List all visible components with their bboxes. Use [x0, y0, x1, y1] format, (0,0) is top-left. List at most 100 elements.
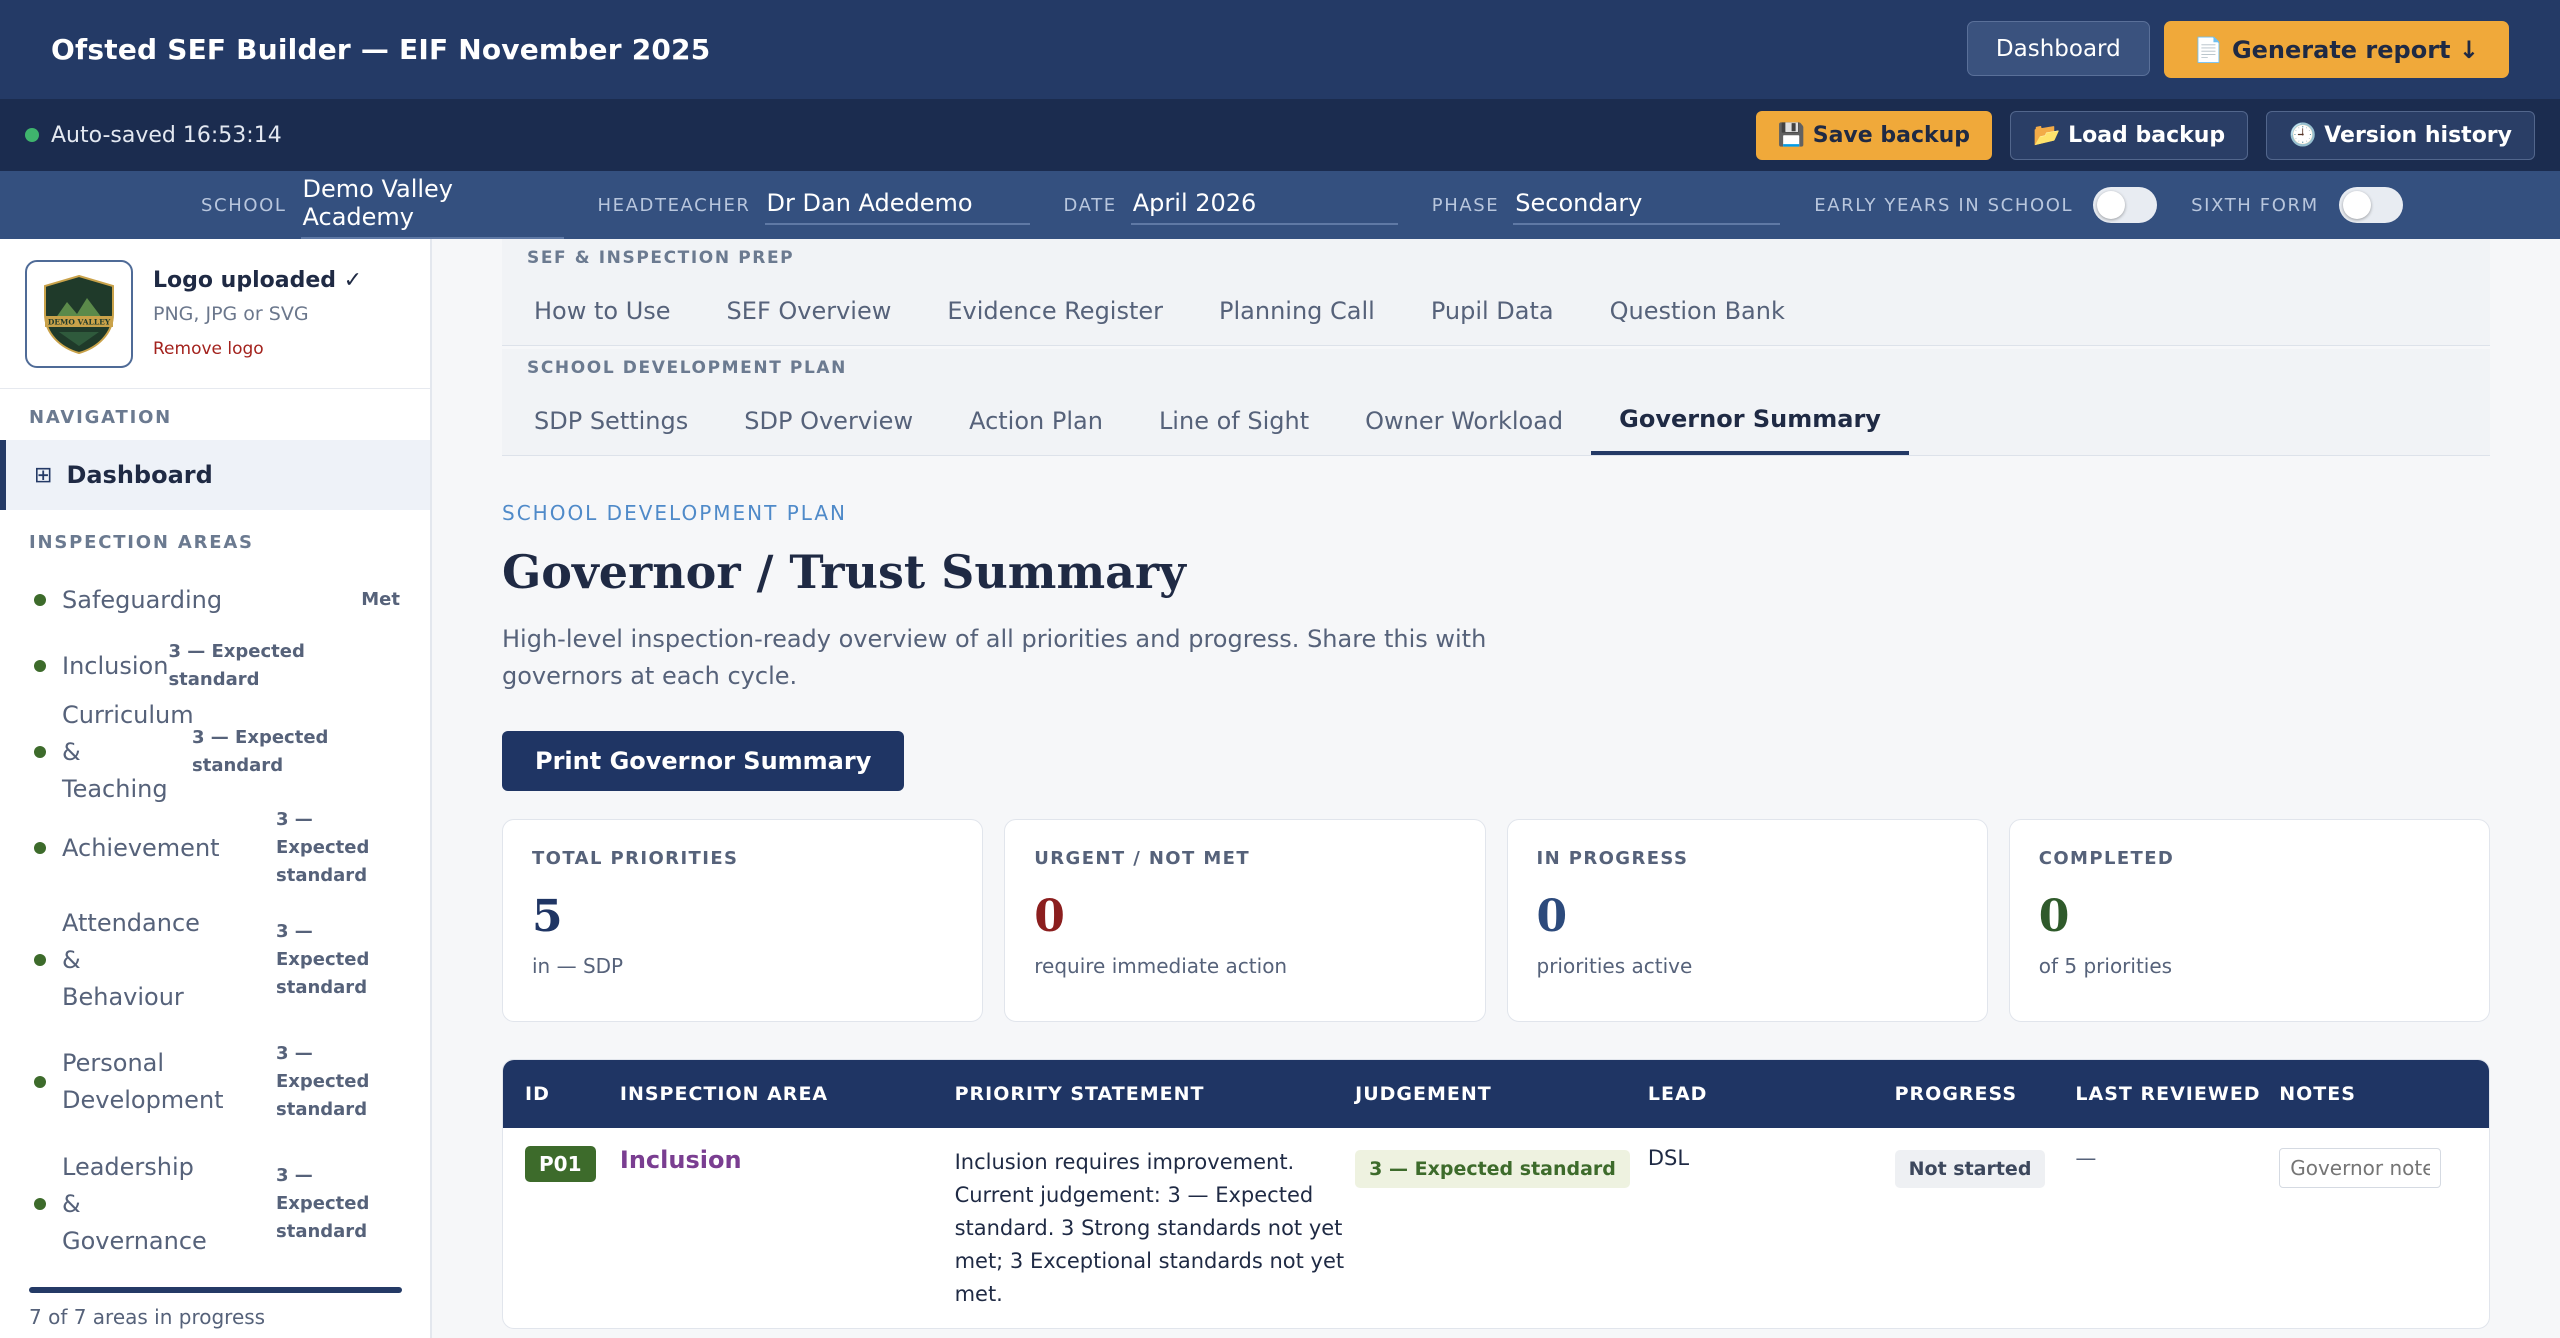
sidebar-item-safeguarding[interactable]: Safeguarding Met [0, 567, 430, 633]
tab-sdp-settings[interactable]: SDP Settings [506, 386, 716, 455]
status-dot [34, 954, 46, 966]
phase-field[interactable]: Secondary [1513, 185, 1781, 225]
navigation-heading: NAVIGATION [29, 407, 173, 428]
column-header: INSPECTION AREA [619, 1083, 829, 1105]
top-bar: Ofsted SEF Builder — EIF November 2025 D… [0, 0, 2560, 99]
area-name: Leadership & Governance [62, 1152, 207, 1255]
sidebar-item-leadership-governance[interactable]: Leadership & Governance 3 — Expected sta… [0, 1135, 430, 1273]
sdp-tabs-heading: SCHOOL DEVELOPMENT PLAN [502, 349, 2490, 386]
save-backup-button[interactable]: 💾 Save backup [1755, 110, 1993, 160]
sidebar-item-achievement[interactable]: Achievement 3 — Expected standard [0, 805, 430, 891]
tab-line-of-sight[interactable]: Line of Sight [1131, 386, 1337, 455]
area-name: Attendance & Behaviour [62, 908, 200, 1011]
last-reviewed-value: — [2075, 1146, 2097, 1170]
area-judgement: 3 — Expected standard [276, 1043, 370, 1120]
priority-statement: Inclusion requires improvement. Current … [954, 1150, 1345, 1306]
tab-sef-overview[interactable]: SEF Overview [699, 276, 920, 345]
status-dot [34, 1198, 46, 1210]
dashboard-button[interactable]: Dashboard [1966, 21, 2150, 76]
status-dot [34, 660, 46, 672]
logo-meta: Logo uploaded ✓ PNG, JPG or SVG Remove l… [153, 268, 362, 359]
autosave-status: Auto-saved 16:53:14 [51, 122, 282, 148]
governor-notes-input[interactable] [2279, 1148, 2442, 1188]
remove-logo-link[interactable]: Remove logo [153, 339, 362, 359]
sidebar-item-personal-development[interactable]: Personal Development 3 — Expected standa… [0, 1029, 430, 1135]
logo-text: DEMO VALLEY [48, 317, 111, 326]
headteacher-field[interactable]: Dr Dan Adedemo [764, 185, 1030, 225]
areas-progress-bar [29, 1287, 402, 1293]
headteacher-label: HEADTEACHER [597, 194, 751, 216]
stat-sub: require immediate action [1034, 954, 1288, 978]
top-actions: Dashboard 📄 Generate report ↓ [1966, 21, 2509, 78]
sef-tab-bar: How to Use SEF Overview Evidence Registe… [502, 276, 2490, 346]
area-judgement: 3 — Expected standard [276, 1165, 370, 1242]
status-dot [34, 842, 46, 854]
stat-sub: in — SDP [532, 954, 624, 978]
status-dot [34, 1076, 46, 1088]
stat-value: 0 [1536, 891, 1568, 942]
stat-card-completed: COMPLETED 0 of 5 priorities [2008, 819, 2490, 1022]
tab-evidence-register[interactable]: Evidence Register [919, 276, 1191, 345]
area-name: Safeguarding [62, 585, 223, 614]
print-governor-summary-button[interactable]: Print Governor Summary [502, 731, 905, 791]
inspection-area-link[interactable]: Inclusion [620, 1146, 742, 1174]
status-dot [34, 746, 46, 758]
load-backup-button[interactable]: 📂 Load backup [2010, 110, 2249, 160]
table-header: ID INSPECTION AREA PRIORITY STATEMENT JU… [503, 1060, 2489, 1128]
date-field[interactable]: April 2026 [1130, 185, 1398, 225]
tab-pupil-data[interactable]: Pupil Data [1403, 276, 1582, 345]
tab-planning-call[interactable]: Planning Call [1191, 276, 1403, 345]
stat-sub: priorities active [1536, 954, 1693, 978]
page-title: Governor / Trust Summary [502, 545, 1186, 599]
judgement-badge: 3 — Expected standard [1355, 1150, 1630, 1188]
area-judgement: Met [361, 589, 400, 610]
sidebar-item-inclusion[interactable]: Inclusion 3 — Expected standard [0, 633, 430, 699]
page-description: High-level inspection-ready overview of … [502, 625, 1487, 690]
stats-row: TOTAL PRIORITIES 5 in — SDP URGENT / NOT… [502, 819, 2490, 1022]
main-content: SEF & INSPECTION PREP How to Use SEF Ove… [502, 239, 2490, 1329]
tab-action-plan[interactable]: Action Plan [941, 386, 1131, 455]
early-years-group: EARLY YEARS IN SCHOOL [1814, 187, 2158, 223]
tab-sdp-overview[interactable]: SDP Overview [716, 386, 941, 455]
sixth-form-group: SIXTH FORM [2191, 187, 2403, 223]
priority-id-badge: P01 [525, 1146, 596, 1182]
school-field[interactable]: Demo Valley Academy [300, 171, 564, 239]
tab-owner-workload[interactable]: Owner Workload [1337, 386, 1591, 455]
school-crest-icon: DEMO VALLEY [44, 274, 114, 354]
school-logo[interactable]: DEMO VALLEY [25, 259, 133, 368]
logo-panel: DEMO VALLEY Logo uploaded ✓ PNG, JPG or … [0, 239, 430, 389]
logo-hint: PNG, JPG or SVG [153, 303, 309, 325]
stat-value: 0 [2038, 891, 2070, 942]
area-judgement: 3 — Expected standard [192, 727, 329, 776]
column-header: PRIORITY STATEMENT [954, 1083, 1205, 1105]
areas-progress-text: 7 of 7 areas in progress [29, 1305, 266, 1329]
stat-label: TOTAL PRIORITIES [532, 848, 739, 869]
sixth-form-toggle[interactable] [2338, 187, 2403, 223]
area-judgement: 3 — Expected standard [276, 809, 370, 886]
stat-card-urgent: URGENT / NOT MET 0 require immediate act… [1004, 819, 1486, 1022]
column-header: LAST REVIEWED [2075, 1083, 2261, 1105]
sidebar-item-curriculum-teaching[interactable]: Curriculum & Teaching 3 — Expected stand… [0, 699, 430, 805]
sidebar-item-label: Dashboard [66, 461, 213, 489]
sidebar-item-dashboard[interactable]: ⊞ Dashboard [0, 440, 430, 510]
generate-report-button[interactable]: 📄 Generate report ↓ [2163, 21, 2509, 78]
area-name: Inclusion [62, 651, 169, 680]
stat-card-in-progress: IN PROGRESS 0 priorities active [1506, 819, 1988, 1022]
date-label: DATE [1063, 194, 1117, 216]
date-field-group: DATE April 2026 [1064, 185, 1398, 225]
sidebar-item-attendance-behaviour[interactable]: Attendance & Behaviour 3 — Expected stan… [0, 891, 430, 1029]
early-years-label: EARLY YEARS IN SCHOOL [1814, 194, 2074, 216]
tab-how-to-use[interactable]: How to Use [506, 276, 699, 345]
tab-question-bank[interactable]: Question Bank [1582, 276, 1813, 345]
save-bar: Auto-saved 16:53:14 💾 Save backup 📂 Load… [0, 99, 2560, 171]
sixth-form-label: SIXTH FORM [2191, 194, 2319, 216]
school-info-bar: SCHOOL Demo Valley Academy HEADTEACHER D… [0, 171, 2560, 239]
tab-governor-summary[interactable]: Governor Summary [1591, 386, 1909, 455]
column-header: PROGRESS [1894, 1083, 2018, 1105]
stat-label: COMPLETED [2038, 848, 2175, 869]
version-history-button[interactable]: 🕘 Version history [2266, 110, 2535, 160]
school-field-group: SCHOOL Demo Valley Academy [201, 171, 564, 239]
early-years-toggle[interactable] [2093, 187, 2158, 223]
school-label: SCHOOL [201, 194, 287, 216]
column-header: ID [525, 1083, 550, 1105]
